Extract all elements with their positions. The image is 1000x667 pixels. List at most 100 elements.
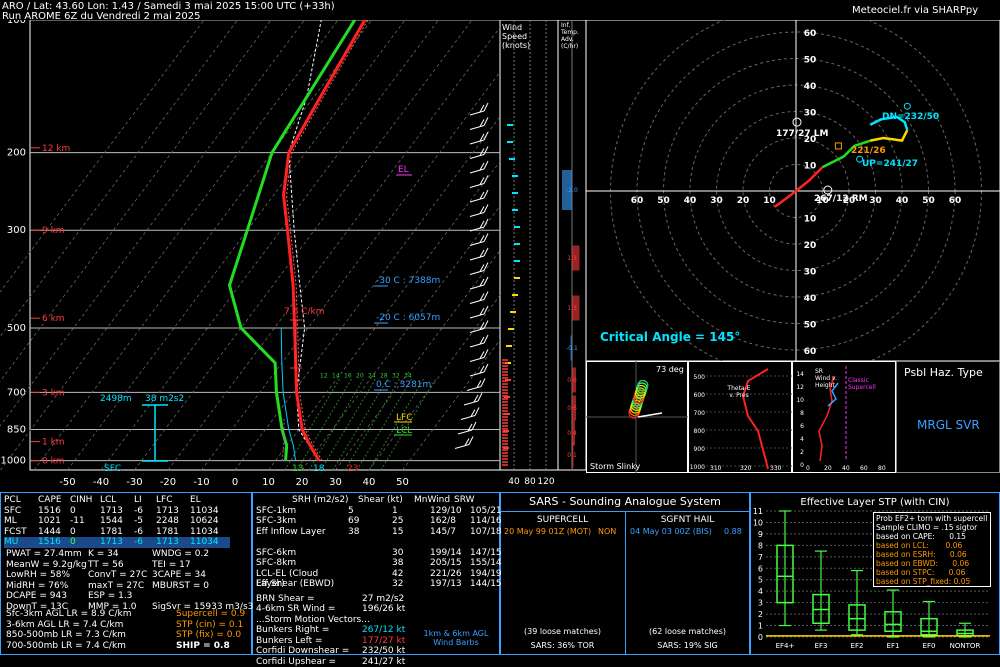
- storm-motion-label: Bunkers Left =: [256, 636, 362, 647]
- stp-category: EF0: [923, 642, 936, 650]
- up-label: UP=241/27: [862, 159, 918, 169]
- sfc-label: SFC: [104, 464, 121, 474]
- stp-ytick: 5: [758, 576, 763, 585]
- sars-hail-match: 04 May 03 00Z (BIS): [630, 527, 712, 536]
- thermo-col2: K = 34TT = 56ConvT = 27CmaxT = 27CESP = …: [88, 549, 147, 612]
- kinematic-cell: SFC-3km: [256, 516, 348, 527]
- kinematic-cell: Eff Shear (EBWD): [256, 579, 348, 590]
- kinematic-cell: 38: [392, 558, 430, 569]
- hodo-ring-label: 50: [804, 56, 817, 66]
- srwind-xtick: 0: [806, 465, 810, 472]
- srwind-ytick: 10: [796, 397, 804, 404]
- eil-srh-label: 38 m2s2: [145, 394, 184, 404]
- parcel-cell: ML: [4, 516, 38, 527]
- lapse-rate: Sfc-3km AGL LR = 8.9 C/km: [6, 609, 132, 620]
- pressure-tick: 200: [7, 148, 26, 159]
- hodo-ring-label: 50: [922, 196, 935, 206]
- kinematic-row: SFC-1km51129/10105/21: [256, 506, 500, 517]
- composite-param: Supercell = 0.9: [176, 609, 245, 620]
- eil-top-label: 2498m: [100, 394, 132, 404]
- thermo-index: DCAPE = 943: [6, 591, 87, 602]
- parcel-cell: 1713: [156, 506, 190, 517]
- srwind-xtick: 20: [824, 465, 832, 472]
- kinematic-cell: 25: [392, 516, 430, 527]
- stp-prob-line: based on EBWD: 0.06: [876, 559, 988, 568]
- parcel-row: ML1021-111544-5224810624: [4, 516, 230, 527]
- hodo-ring-label: 50: [657, 196, 670, 206]
- parcel-cell: 0: [70, 506, 100, 517]
- sr-wind-title: SR Wind v. Height: [815, 368, 839, 389]
- kinematic-cell: 38: [348, 527, 392, 538]
- sars-title: SARS - Sounding Analogue System: [500, 495, 750, 508]
- kinematic-cell: SFC-8km: [256, 558, 348, 569]
- wind-speed-chart: 4080120-2.01.31.3-0.10.60.60.40.1: [500, 20, 586, 488]
- adv-value: 0.6: [567, 377, 577, 384]
- mean-label: 221/26: [851, 146, 886, 156]
- parcel-row: MU151601713-6171311034: [4, 537, 230, 548]
- temp-tick: -10: [193, 477, 209, 488]
- hodo-ring-label: 30: [804, 109, 817, 119]
- thermo-index: [152, 591, 253, 602]
- kinematic-cell: 32: [392, 579, 430, 590]
- srwind-ytick: 12: [796, 384, 804, 391]
- adv-value: -2.0: [566, 187, 578, 194]
- sr-wind-note: Classic Supercell: [848, 377, 878, 391]
- composite-params: Supercell = 0.9STP (cin) = 0.1STP (fix) …: [176, 609, 245, 651]
- storm-motion-value: 241/27 kt: [362, 657, 405, 667]
- theta-e-xtick: 330: [770, 465, 782, 472]
- kinematic-cell: [348, 579, 392, 590]
- height-label: 3 km: [42, 388, 65, 398]
- stp-prob-line: Sample CLIMO = .15 sigtor: [876, 523, 988, 532]
- stp-ytick: 7: [758, 553, 763, 562]
- storm-slinky-chart: [586, 361, 688, 473]
- theta-e-xtick: 310: [710, 465, 722, 472]
- kinematic-cell: 15: [392, 527, 430, 538]
- thermo-index: LowRH = 58%: [6, 570, 87, 581]
- kinematic-row: Eff Shear (EBWD)32197/13144/15: [256, 579, 500, 590]
- stp-ytick: 0: [758, 633, 763, 642]
- kinematic-cell: 162/8: [430, 516, 470, 527]
- kinematic-cell: 147/15: [470, 548, 500, 559]
- parcel-header: PCLCAPECINHLCLLILFCEL: [4, 495, 230, 506]
- kinematic-cell: 199/14: [430, 548, 470, 559]
- el-label: EL: [398, 165, 409, 175]
- parcel-table: PCLCAPECINHLCLLILFCEL SFC151601713-61713…: [4, 495, 230, 548]
- temp-tick: 50: [396, 477, 409, 488]
- kinematic-col-header: Shear (kt): [358, 495, 414, 506]
- temp-tick: 0: [232, 477, 238, 488]
- parcel-cell: FCST: [4, 527, 38, 538]
- srwind-xtick: 40: [842, 465, 850, 472]
- sars-supercell-title: SUPERCELL: [500, 515, 625, 525]
- kinematic-row: SFC-3km6925162/8114/16: [256, 516, 500, 527]
- pressure-tick: 300: [7, 225, 26, 236]
- srwind-ytick: 0: [800, 462, 804, 469]
- srwind-ytick: 6: [800, 423, 804, 430]
- mixing-ratio-label: 32: [392, 373, 400, 380]
- srwind-ytick: 2: [800, 449, 804, 456]
- hazard-value: MRGL SVR: [917, 418, 980, 432]
- kinematic-cell: 30: [392, 548, 430, 559]
- hodo-ring-label: 10: [804, 215, 817, 225]
- pressure-tick: 700: [7, 387, 26, 398]
- parcel-cell: 2248: [156, 516, 190, 527]
- stp-ytick: 1: [758, 622, 763, 631]
- storm-motion-value: 267/12 kt: [362, 625, 405, 636]
- hodo-ring-label: 30: [710, 196, 723, 206]
- kinematic-cell: 114/16: [470, 516, 500, 527]
- header-credit: Meteociel.fr via SHARPpy: [852, 5, 978, 16]
- stp-prob-line: Prob EF2+ torn with supercell: [876, 514, 988, 523]
- sfc-temp-label: 23: [347, 464, 358, 474]
- temp-tick: 10: [262, 477, 275, 488]
- slinky-title: Storm Slinky: [590, 462, 640, 471]
- zero-c-label: 0 C : 3281m: [376, 380, 431, 390]
- kinematic-col-header: SRH (m2/s2): [292, 495, 358, 506]
- hodograph-chart: 1010101020202020303030304040404050505050…: [586, 20, 1000, 361]
- kinematic-cell: [392, 537, 430, 548]
- stp-category: EF3: [815, 642, 828, 650]
- storm-motion: Corfidi Upshear =241/27 kt: [256, 657, 500, 667]
- hodo-ring-label: 40: [684, 196, 697, 206]
- inflow-header: Inf. Temp. Adv. (C/hr): [561, 22, 586, 50]
- kinematic-cell: 107/18: [470, 527, 500, 538]
- parcel-cell: MU: [4, 537, 38, 548]
- hodo-ring-label: 30: [804, 268, 817, 278]
